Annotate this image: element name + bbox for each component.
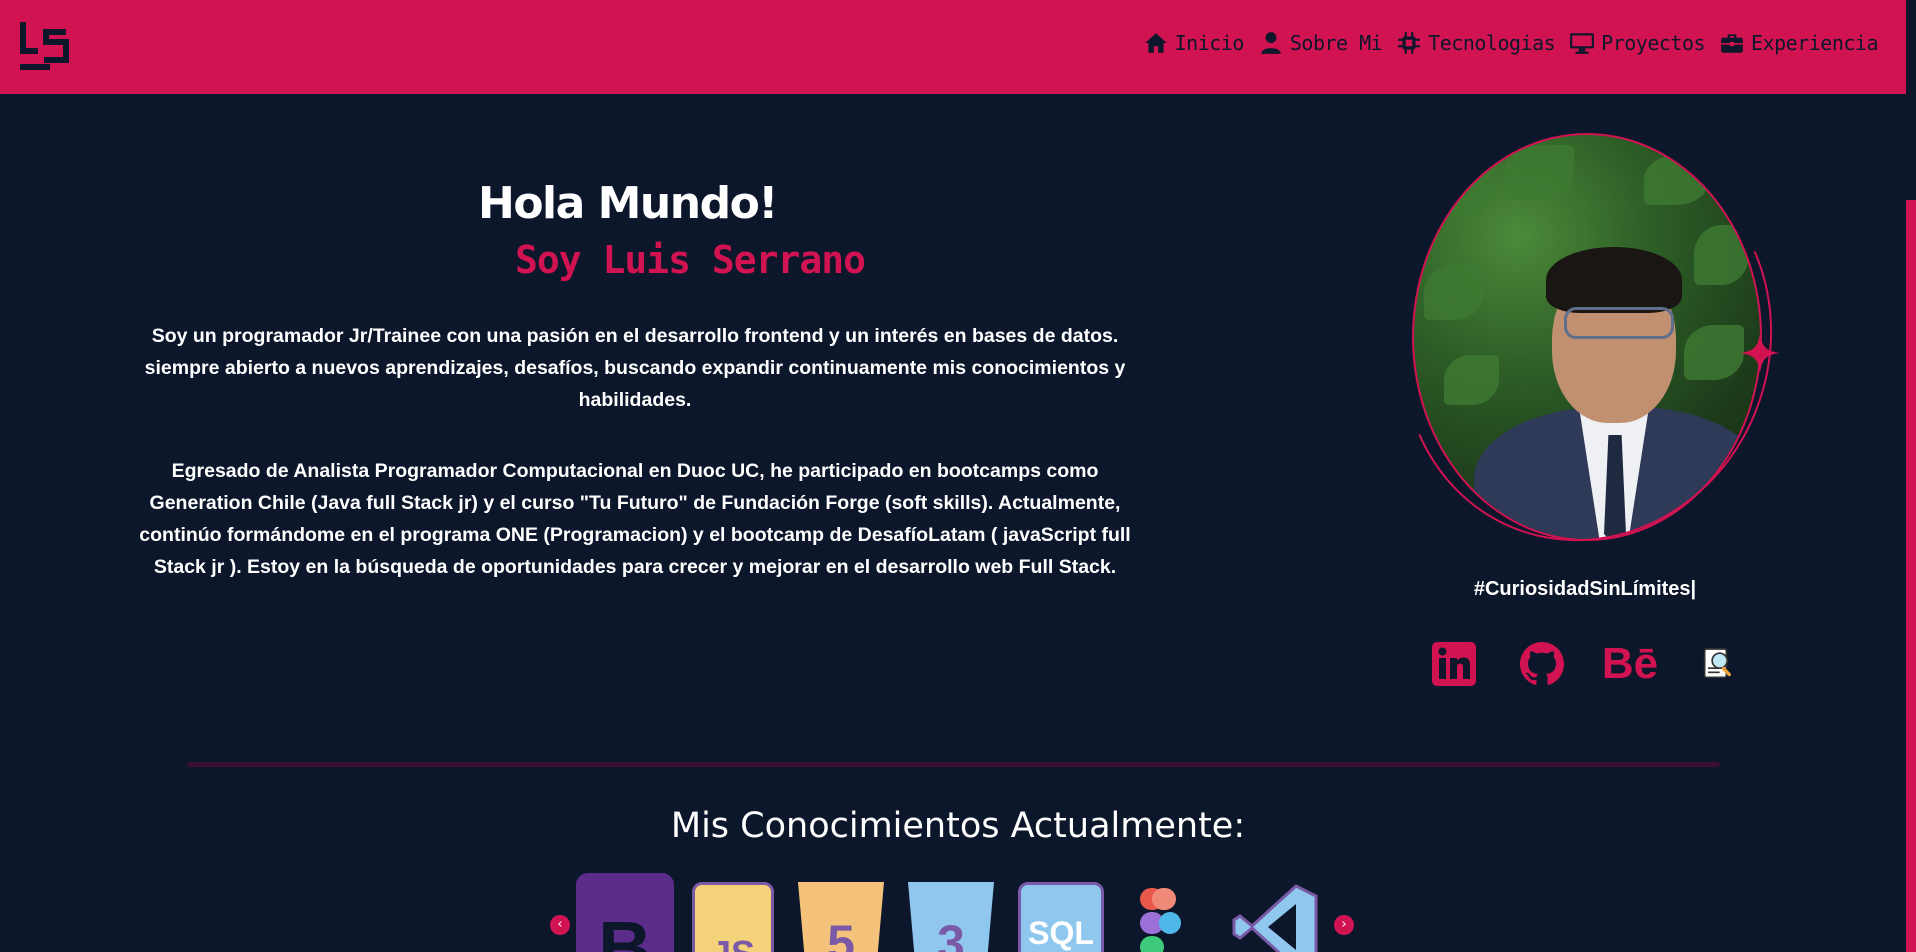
hero-paragraph-2: Egresado de Analista Programador Computa… bbox=[139, 460, 1131, 578]
html5-icon: 5 bbox=[798, 882, 884, 952]
skills-carousel: ‹ B JS 5 3 SQL › bbox=[550, 870, 1360, 952]
nav-sobre-mi-label: Sobre Mi bbox=[1289, 31, 1383, 55]
nav-inicio[interactable]: Inicio bbox=[1143, 30, 1244, 56]
bootstrap-icon: B bbox=[576, 873, 674, 952]
sql-label: SQL bbox=[1028, 914, 1094, 951]
linkedin-icon bbox=[1432, 642, 1476, 686]
carousel-next-button[interactable]: › bbox=[1334, 915, 1354, 935]
chip-icon bbox=[1398, 32, 1421, 54]
profile-photo-frame bbox=[1346, 92, 1828, 594]
hero-paragraph-1: Soy un programador Jr/Trainee con una pa… bbox=[144, 325, 1126, 411]
nav-sobre-mi[interactable]: Sobre Mi bbox=[1258, 30, 1383, 56]
section-divider bbox=[187, 762, 1720, 767]
sql-icon: SQL bbox=[1018, 882, 1104, 952]
figma-icon bbox=[1134, 886, 1194, 952]
nav-inicio-label: Inicio bbox=[1174, 31, 1245, 55]
hero-title: Hola Mundo! bbox=[478, 178, 778, 229]
nav-proyectos-label: Proyectos bbox=[1601, 31, 1706, 55]
briefcase-icon bbox=[1721, 34, 1743, 53]
behance-icon: Bē bbox=[1601, 639, 1659, 688]
figma-shapes bbox=[1140, 888, 1181, 952]
github-icon bbox=[1520, 642, 1564, 685]
carousel-prev-button[interactable]: ‹ bbox=[550, 915, 570, 935]
social-links: Bē bbox=[1430, 640, 1742, 688]
nav-experiencia[interactable]: Experiencia bbox=[1719, 30, 1878, 56]
hero-subtitle: Soy Luis Serrano bbox=[515, 238, 866, 282]
nav-tecnologias-label: Tecnologias bbox=[1428, 31, 1556, 55]
html5-label: 5 bbox=[827, 915, 855, 952]
linkedin-link[interactable] bbox=[1430, 640, 1478, 688]
skills-title: Mis Conocimientos Actualmente: bbox=[670, 806, 1246, 846]
monitor-icon bbox=[1570, 33, 1595, 54]
cv-icon bbox=[1703, 648, 1731, 679]
vscode-icon bbox=[1232, 882, 1320, 952]
behance-link[interactable]: Bē bbox=[1602, 640, 1658, 688]
vscode-shape bbox=[1232, 884, 1318, 952]
user-icon bbox=[1261, 32, 1281, 54]
ls-logo[interactable] bbox=[18, 20, 74, 72]
bootstrap-label: B bbox=[598, 905, 652, 952]
javascript-icon: JS bbox=[692, 882, 774, 952]
sparkle-icon bbox=[1740, 333, 1780, 373]
github-link[interactable] bbox=[1518, 640, 1566, 688]
cv-link[interactable] bbox=[1694, 640, 1742, 688]
hashtag-text: #CuriosidadSinLímites| bbox=[1473, 578, 1697, 600]
top-navbar: Inicio Sobre Mi Tecnologias Proyectos Ex… bbox=[0, 0, 1906, 94]
css3-label: 3 bbox=[937, 915, 965, 952]
home-icon bbox=[1144, 33, 1167, 53]
nav-experiencia-label: Experiencia bbox=[1751, 31, 1878, 55]
javascript-label: JS bbox=[711, 933, 755, 952]
nav-tecnologias[interactable]: Tecnologias bbox=[1396, 30, 1556, 56]
css3-icon: 3 bbox=[908, 882, 994, 952]
nav-proyectos[interactable]: Proyectos bbox=[1569, 30, 1706, 56]
